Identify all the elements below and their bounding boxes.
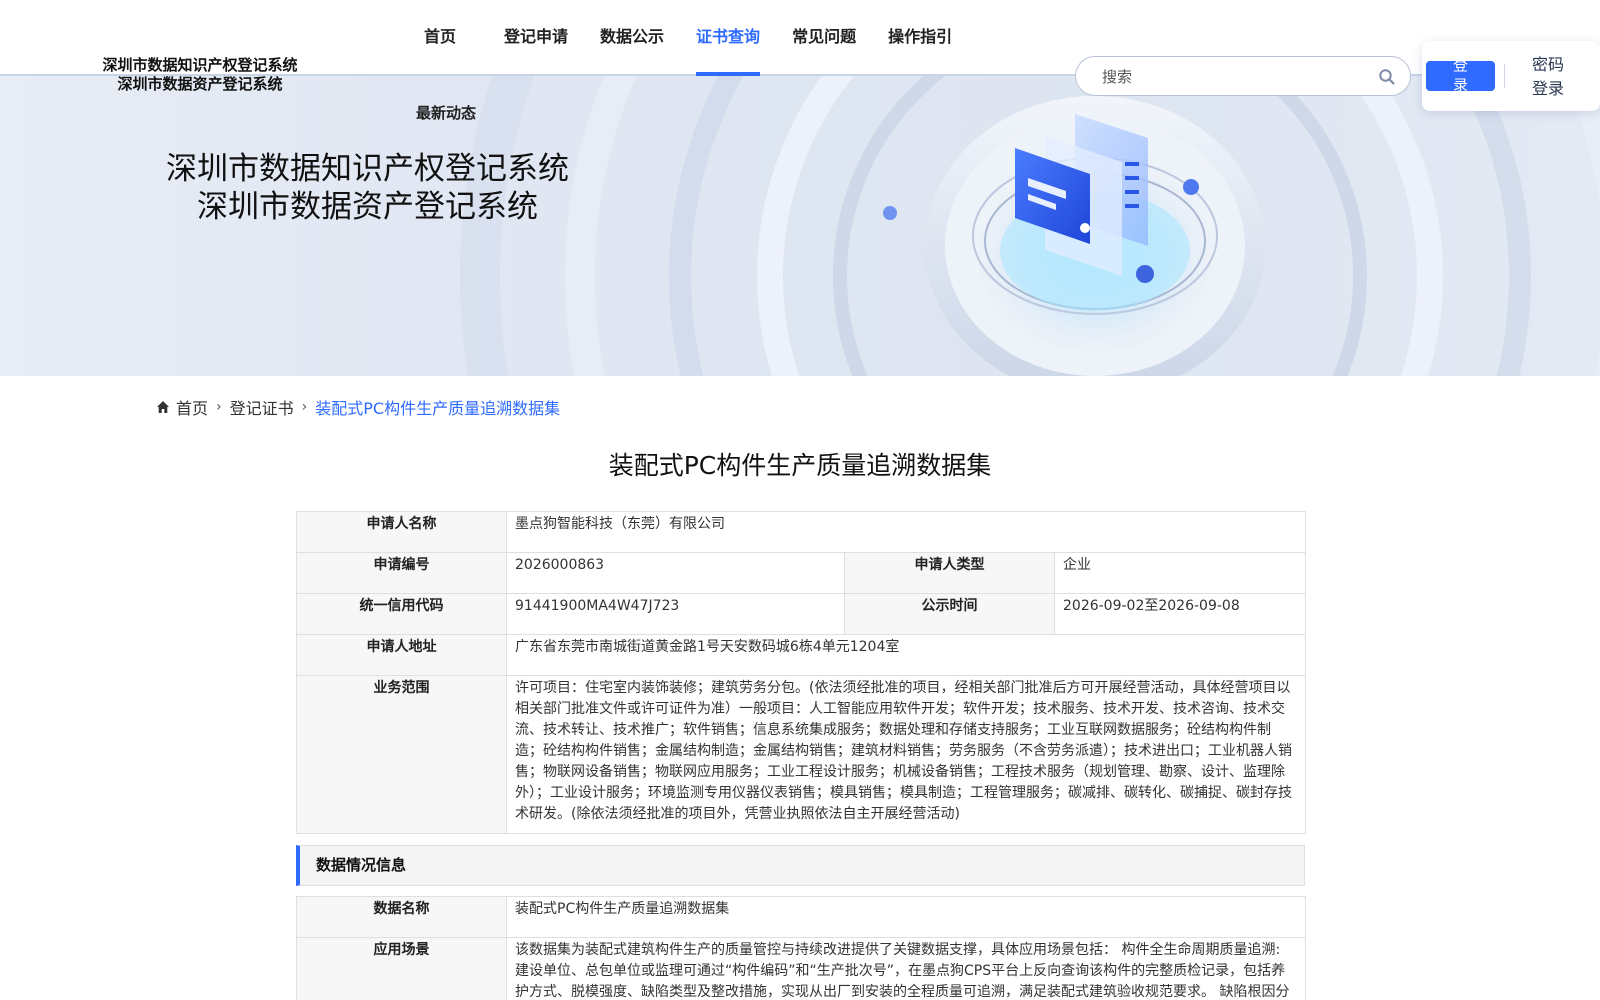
breadcrumb-current: 装配式PC构件生产质量追溯数据集 <box>315 399 561 418</box>
business-scope-label: 业务范围 <box>296 675 507 834</box>
table-row: 申请人地址 广东省东莞市南城街道黄金路1号天安数码城6栋4单元1204室 <box>296 634 1307 676</box>
search-input[interactable] <box>1102 65 1362 89</box>
logo-line-2: 深圳市数据资产登记系统 <box>117 75 283 93</box>
logo-line-1: 深圳市数据知识产权登记系统 <box>102 56 298 74</box>
chevron-right-icon: › <box>301 399 308 415</box>
applicant-address-value: 广东省东莞市南城街道黄金路1号天安数码城6栋4单元1204室 <box>505 634 1307 676</box>
applicant-address-label: 申请人地址 <box>296 634 507 676</box>
breadcrumb-certificates[interactable]: 登记证书 <box>230 395 294 419</box>
table-row: 数据名称 装配式PC构件生产质量追溯数据集 <box>296 896 1306 938</box>
table-row: 申请编号 2026000863 申请人类型 企业 <box>296 552 1307 594</box>
nav-faq[interactable]: 常见问题 <box>792 22 856 76</box>
applicant-name-value: 墨点狗智能科技（东莞）有限公司 <box>505 511 1307 553</box>
main-nav: 首页 登记申请 数据公示 证书查询 常见问题 操作指引 <box>424 22 984 76</box>
applicant-info-table: 申请人名称 墨点狗智能科技（东莞）有限公司 申请编号 2026000863 申请… <box>296 511 1307 834</box>
application-scenario-value: 该数据集为装配式建筑构件生产的质量管控与持续改进提供了关键数据支撑，具体应用场景… <box>506 937 1306 1000</box>
chevron-right-icon: › <box>216 399 222 415</box>
data-info-table: 数据名称 装配式PC构件生产质量追溯数据集 应用场景 该数据集为装配式建筑构件生… <box>296 896 1306 1000</box>
applicant-name-label: 申请人名称 <box>296 511 507 553</box>
login-panel: 登录 密码登录 <box>1422 41 1600 111</box>
hero-banner: 深圳市数据知识产权登记系统 深圳市数据资产登记系统 <box>0 76 1600 376</box>
login-button[interactable]: 登录 <box>1426 61 1495 91</box>
publicity-period-value: 2026-09-02至2026-09-08 <box>1053 593 1307 635</box>
applicant-type-label: 申请人类型 <box>844 552 1055 594</box>
application-number-value: 2026000863 <box>506 552 845 594</box>
breadcrumb: 首页 › 登记证书 › 装配式PC构件生产质量追溯数据集 <box>156 395 560 419</box>
table-row: 申请人名称 墨点狗智能科技（东莞）有限公司 <box>296 511 1307 553</box>
nav-home[interactable]: 首页 <box>424 22 456 76</box>
search-box <box>1075 56 1411 96</box>
nav-operation-guide[interactable]: 操作指引 <box>888 22 952 76</box>
publicity-period-label: 公示时间 <box>844 593 1055 635</box>
nav-certificate-query[interactable]: 证书查询 <box>696 22 761 76</box>
nav-data-publicity[interactable]: 数据公示 <box>600 22 664 76</box>
home-icon[interactable] <box>156 400 170 414</box>
banner-title: 深圳市数据知识产权登记系统 深圳市数据资产登记系统 <box>120 150 615 226</box>
search-icon[interactable] <box>1378 68 1396 86</box>
site-logo[interactable]: 深圳市数据知识产权登记系统 深圳市数据资产登记系统 <box>95 56 305 94</box>
data-name-label: 数据名称 <box>296 896 507 938</box>
breadcrumb-home[interactable]: 首页 <box>176 395 208 419</box>
banner-title-line-1: 深圳市数据知识产权登记系统 <box>166 151 569 187</box>
login-divider <box>1504 64 1505 88</box>
banner-illustration <box>460 76 1600 376</box>
application-number-label: 申请编号 <box>296 552 507 594</box>
password-login-link[interactable]: 密码登录 <box>1528 53 1568 101</box>
application-scenario-label: 应用场景 <box>296 937 507 1000</box>
data-name-value: 装配式PC构件生产质量追溯数据集 <box>506 896 1306 938</box>
table-row: 统一信用代码 91441900MA4W47J723 公示时间 2026-09-0… <box>296 593 1307 635</box>
credit-code-label: 统一信用代码 <box>296 593 507 635</box>
table-row: 应用场景 该数据集为装配式建筑构件生产的质量管控与持续改进提供了关键数据支撑，具… <box>296 937 1306 1000</box>
nav-register-apply[interactable]: 登记申请 <box>504 22 568 76</box>
credit-code-value: 91441900MA4W47J723 <box>506 593 845 635</box>
banner-title-line-2: 深圳市数据资产登记系统 <box>197 189 538 225</box>
table-row: 业务范围 许可项目：住宅室内装饰装修；建筑劳务分包。(依法须经批准的项目，经相关… <box>296 675 1307 834</box>
nav-latest-news[interactable]: 最新动态 <box>416 102 476 123</box>
login-button-label: 登录 <box>1452 61 1468 91</box>
applicant-type-value: 企业 <box>1053 552 1307 594</box>
data-info-section-heading: 数据情况信息 <box>296 845 1305 886</box>
page-title: 装配式PC构件生产质量追溯数据集 <box>608 451 992 480</box>
business-scope-value: 许可项目：住宅室内装饰装修；建筑劳务分包。(依法须经批准的项目，经相关部门批准后… <box>505 675 1307 834</box>
